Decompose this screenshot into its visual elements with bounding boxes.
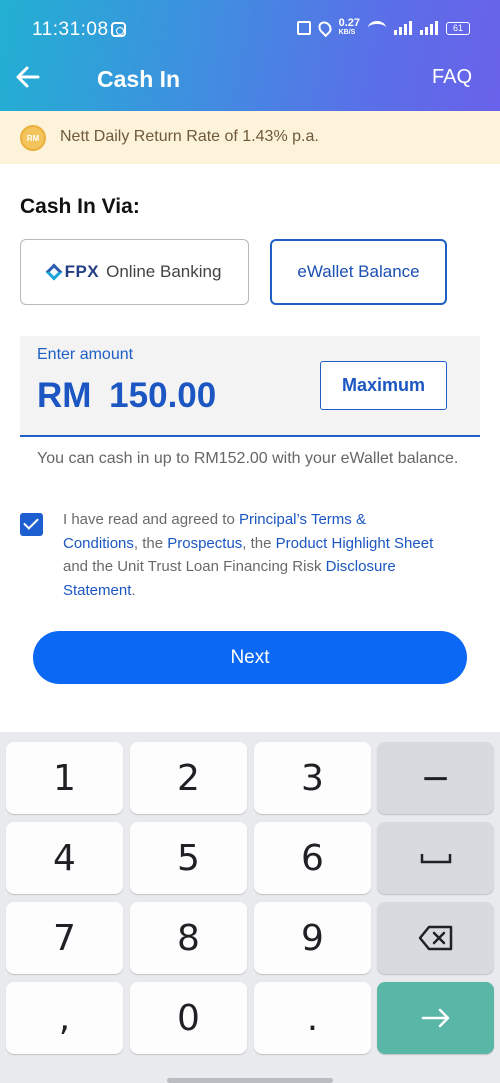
amount-currency: RM xyxy=(37,376,92,415)
key-enter[interactable] xyxy=(377,982,494,1054)
key-6[interactable]: 6 xyxy=(254,822,371,894)
battery-icon: 61 xyxy=(446,21,470,35)
key-minus[interactable]: − xyxy=(377,742,494,814)
terms-text-part: . xyxy=(131,582,136,600)
return-rate-text: Nett Daily Return Rate of 1.43% p.a. xyxy=(60,128,319,145)
terms-text-part: and the Unit Trust Loan Financing Risk xyxy=(63,558,326,576)
vibrate-icon xyxy=(296,21,311,35)
space-icon xyxy=(420,854,451,864)
fpx-option-label: Online Banking xyxy=(106,262,222,281)
page-title: Cash In xyxy=(97,66,181,92)
network-speed-unit: KB/S xyxy=(338,29,356,36)
key-7[interactable]: 7 xyxy=(6,902,123,974)
ewallet-option-label: eWallet Balance xyxy=(297,262,420,281)
fpx-logo-text: FPX xyxy=(64,262,100,281)
ewallet-balance-option[interactable]: eWallet Balance xyxy=(270,239,447,305)
fpx-diamond-icon xyxy=(45,263,63,281)
key-2[interactable]: 2 xyxy=(130,742,247,814)
terms-text-part: , the xyxy=(242,534,276,552)
terms-text-part: I have read and agreed to xyxy=(63,511,239,528)
maximum-button[interactable]: Maximum xyxy=(320,361,447,410)
key-period[interactable]: . xyxy=(254,982,371,1054)
cash-in-via-title: Cash In Via: xyxy=(20,195,140,218)
key-5[interactable]: 5 xyxy=(130,822,247,894)
fpx-online-banking-option[interactable]: FPX Online Banking xyxy=(20,239,249,305)
terms-checkbox[interactable] xyxy=(20,513,43,536)
enter-amount-label: Enter amount xyxy=(37,346,134,363)
fpx-logo: FPX xyxy=(45,262,100,282)
battery-level: 61 xyxy=(452,23,463,33)
amount-number: 150.00 xyxy=(109,376,217,415)
key-space[interactable] xyxy=(377,822,494,894)
faq-link[interactable]: FAQ xyxy=(432,66,472,89)
location-icon xyxy=(315,18,334,38)
numeric-keyboard: 1 2 3 − 4 5 6 7 8 9 , 0 . xyxy=(0,732,500,1083)
key-backspace[interactable] xyxy=(377,902,494,974)
app-bar: Cash In FAQ xyxy=(0,44,500,111)
back-arrow-icon[interactable] xyxy=(14,63,42,91)
navigation-handle[interactable] xyxy=(167,1078,333,1083)
rm-coin-icon: RM xyxy=(20,125,46,151)
status-bar: 11:31:08 0.27 KB/S 61 xyxy=(0,0,500,44)
instagram-notification-icon xyxy=(111,22,126,37)
next-button[interactable]: Next xyxy=(33,631,467,684)
rm-coin-text: RM xyxy=(26,133,40,143)
product-highlight-sheet-link[interactable]: Product Highlight Sheet xyxy=(276,535,434,552)
key-9[interactable]: 9 xyxy=(254,902,371,974)
amount-input-box[interactable]: Enter amount RM 150.00 Maximum xyxy=(20,336,480,437)
key-0[interactable]: 0 xyxy=(130,982,247,1054)
status-time: 11:31:08 xyxy=(32,19,109,40)
terms-text: I have read and agreed to Principal’s Te… xyxy=(63,508,443,603)
key-8[interactable]: 8 xyxy=(130,902,247,974)
signal-icon xyxy=(394,21,412,35)
prospectus-link[interactable]: Prospectus xyxy=(167,535,242,552)
backspace-icon xyxy=(418,925,452,951)
enter-arrow-icon xyxy=(421,1008,449,1028)
key-comma[interactable]: , xyxy=(6,982,123,1054)
status-icons: 0.27 KB/S 61 xyxy=(296,17,470,38)
network-speed-value: 0.27 xyxy=(338,17,360,29)
key-3[interactable]: 3 xyxy=(254,742,371,814)
cash-in-limit-text: You can cash in up to RM152.00 with your… xyxy=(37,450,459,467)
key-1[interactable]: 1 xyxy=(6,742,123,814)
return-rate-banner: RM Nett Daily Return Rate of 1.43% p.a. xyxy=(0,111,500,164)
key-4[interactable]: 4 xyxy=(6,822,123,894)
network-speed: 0.27 KB/S xyxy=(338,17,360,37)
terms-text-part: , the xyxy=(133,534,168,552)
amount-value[interactable]: RM 150.00 xyxy=(37,376,216,416)
signal-icon-2 xyxy=(420,21,438,35)
wifi-icon xyxy=(368,21,386,35)
